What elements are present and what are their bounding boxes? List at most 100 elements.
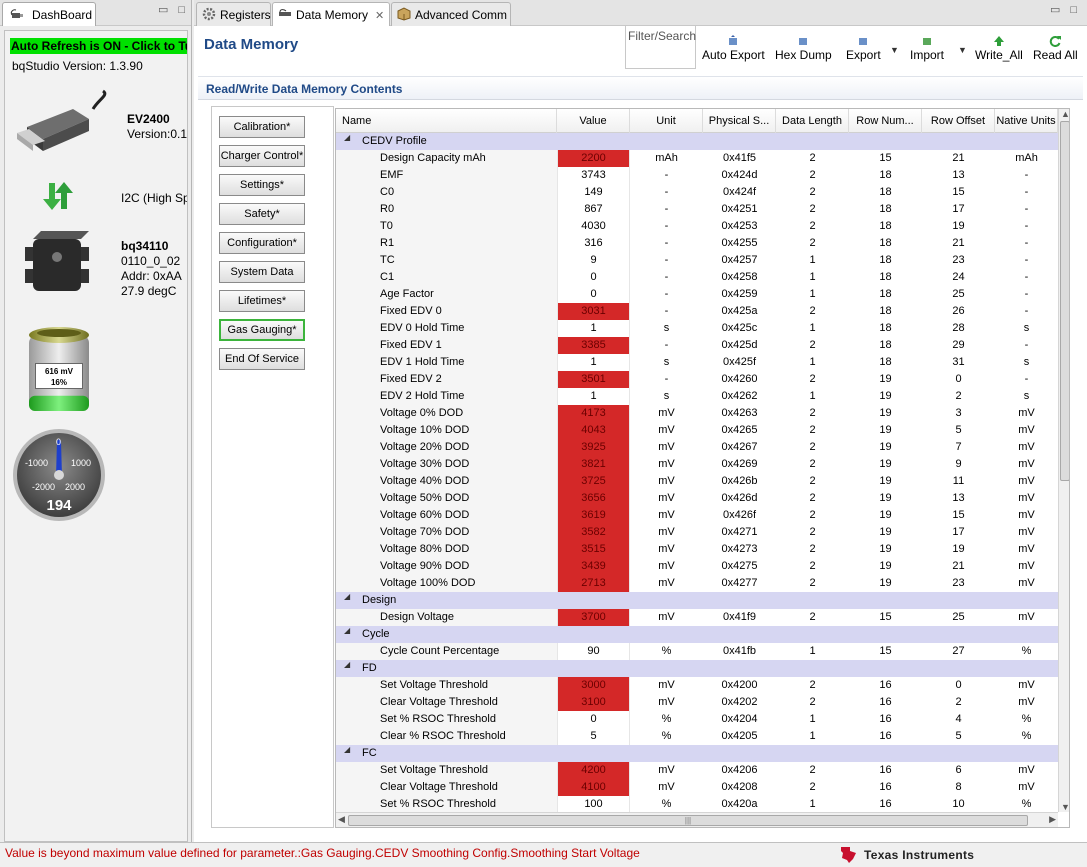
tab-data-memory[interactable]: Data Memory ✕ — [272, 2, 390, 26]
table-row[interactable]: Set Voltage Threshold 4200 mV 0x4206 2 16 6 mV — [336, 762, 1058, 779]
table-row[interactable]: Clear Voltage Threshold 3100 mV 0x4202 2 16 2 m… — [336, 694, 1058, 711]
table-row[interactable]: Fixed EDV 1 3385 - 0x425d 2 18 29 - — [336, 337, 1058, 354]
collapse-icon[interactable]: ◢ — [344, 133, 350, 142]
table-row[interactable]: Voltage 20% DOD 3925 mV 0x4267 2 19 7 mV — [336, 439, 1058, 456]
scroll-down-icon[interactable]: ▼ — [1061, 802, 1069, 812]
collapse-icon[interactable]: ◢ — [344, 592, 350, 601]
table-row[interactable]: T0 4030 - 0x4253 2 18 19 - — [336, 218, 1058, 235]
parameter-value[interactable]: 3439 — [557, 558, 630, 575]
horizontal-scroll-thumb[interactable]: ||| — [348, 815, 1028, 826]
parameter-value[interactable]: 100 — [557, 796, 630, 813]
table-horizontal-scrollbar[interactable]: ◀ ||| ▶ — [336, 812, 1058, 827]
category-button[interactable]: Configuration* — [219, 232, 305, 254]
column-header[interactable]: Value — [557, 109, 630, 133]
parameter-value[interactable]: 3656 — [557, 490, 630, 507]
table-row[interactable]: Design Capacity mAh 2200 mAh 0x41f5 2 15 21 mAh — [336, 150, 1058, 167]
scroll-right-icon[interactable]: ▶ — [1049, 814, 1056, 825]
category-button[interactable]: Gas Gauging* — [219, 319, 305, 341]
parameter-value[interactable]: 90 — [557, 643, 630, 660]
scroll-left-icon[interactable]: ◀ — [338, 814, 345, 825]
table-row[interactable]: EMF 3743 - 0x424d 2 18 13 - — [336, 167, 1058, 184]
maximize-icon[interactable]: □ — [1070, 4, 1077, 16]
parameter-value[interactable]: 3619 — [557, 507, 630, 524]
tab-registers[interactable]: Registers — [196, 2, 271, 26]
table-row[interactable]: Voltage 70% DOD 3582 mV 0x4271 2 19 17 mV — [336, 524, 1058, 541]
table-row[interactable]: EDV 2 Hold Time 1 s 0x4262 1 19 2 s — [336, 388, 1058, 405]
table-row[interactable]: Design Voltage 3700 mV 0x41f9 2 15 25 mV — [336, 609, 1058, 626]
table-row[interactable]: Voltage 50% DOD 3656 mV 0x426d 2 19 13 mV — [336, 490, 1058, 507]
table-vertical-scrollbar[interactable]: ▲ ▼ — [1058, 109, 1069, 812]
minimize-icon[interactable]: ▭ — [1050, 4, 1060, 16]
table-row[interactable]: EDV 0 Hold Time 1 s 0x425c 1 18 28 s — [336, 320, 1058, 337]
table-row[interactable]: EDV 1 Hold Time 1 s 0x425f 1 18 31 s — [336, 354, 1058, 371]
auto-refresh-toggle[interactable]: Auto Refresh is ON - Click to Tu — [10, 38, 187, 54]
table-row[interactable]: C0 149 - 0x424f 2 18 15 - — [336, 184, 1058, 201]
export-button[interactable]: Export — [846, 35, 881, 62]
column-header[interactable]: Native Units — [995, 109, 1058, 133]
category-button[interactable]: End Of Service — [219, 348, 305, 370]
table-row[interactable]: Voltage 90% DOD 3439 mV 0x4275 2 19 21 mV — [336, 558, 1058, 575]
table-row[interactable]: Voltage 30% DOD 3821 mV 0x4269 2 19 9 mV — [336, 456, 1058, 473]
category-button[interactable]: Safety* — [219, 203, 305, 225]
table-row[interactable]: Set Voltage Threshold 3000 mV 0x4200 2 16 0 mV — [336, 677, 1058, 694]
group-row[interactable]: ◢ FD — [336, 660, 1058, 677]
parameter-value[interactable]: 1 — [557, 388, 630, 405]
parameter-value[interactable]: 0 — [557, 286, 630, 303]
category-button[interactable]: Lifetimes* — [219, 290, 305, 312]
parameter-value[interactable]: 3925 — [557, 439, 630, 456]
parameter-value[interactable]: 4100 — [557, 779, 630, 796]
parameter-value[interactable]: 3100 — [557, 694, 630, 711]
parameter-value[interactable]: 4200 — [557, 762, 630, 779]
tab-advanced-comm[interactable]: Advanced Comm — [391, 2, 511, 26]
column-header[interactable]: Row Num... — [849, 109, 922, 133]
table-row[interactable]: Age Factor 0 - 0x4259 1 18 25 - — [336, 286, 1058, 303]
table-row[interactable]: Cycle Count Percentage 90% 0x41fb 1 15 27% — [336, 643, 1058, 660]
table-row[interactable]: C1 0 - 0x4258 1 18 24 - — [336, 269, 1058, 286]
parameter-value[interactable]: 3501 — [557, 371, 630, 388]
parameter-value[interactable]: 0 — [557, 711, 630, 728]
import-button[interactable]: Import — [910, 35, 944, 62]
table-row[interactable]: Voltage 100% DOD 2713 mV 0x4277 2 19 23 mV — [336, 575, 1058, 592]
parameter-value[interactable]: 149 — [557, 184, 630, 201]
table-row[interactable]: Set % RSOC Threshold 100% 0x420a 1 16 10% — [336, 796, 1058, 813]
table-row[interactable]: Voltage 40% DOD 3725 mV 0x426b 2 19 11 mV — [336, 473, 1058, 490]
hex-dump-button[interactable]: Hex Dump — [775, 35, 832, 62]
column-header[interactable]: Unit — [630, 109, 703, 133]
read-all-button[interactable]: Read All — [1033, 35, 1078, 62]
parameter-value[interactable]: 3743 — [557, 167, 630, 184]
parameter-value[interactable]: 3582 — [557, 524, 630, 541]
category-button[interactable]: System Data — [219, 261, 305, 283]
column-header[interactable]: Data Length — [776, 109, 849, 133]
table-row[interactable]: Voltage 60% DOD 3619 mV 0x426f 2 19 15 mV — [336, 507, 1058, 524]
table-row[interactable]: Voltage 0% DOD 4173 mV 0x4263 2 19 3 mV — [336, 405, 1058, 422]
group-row[interactable]: ◢ FC — [336, 745, 1058, 762]
table-row[interactable]: Clear Voltage Threshold 4100 mV 0x4208 2 16 8 m… — [336, 779, 1058, 796]
table-row[interactable]: Set % RSOC Threshold 0% 0x4204 1 16 4% — [336, 711, 1058, 728]
vertical-scroll-thumb[interactable] — [1060, 121, 1069, 481]
export-dropdown-icon[interactable]: ▼ — [890, 45, 899, 55]
column-header[interactable]: Physical S... — [703, 109, 776, 133]
parameter-value[interactable]: 3031 — [557, 303, 630, 320]
auto-export-button[interactable]: Auto Export — [702, 35, 765, 62]
group-row[interactable]: ◢ Cycle — [336, 626, 1058, 643]
tab-dashboard[interactable]: DashBoard — [2, 2, 96, 26]
parameter-value[interactable]: 3700 — [557, 609, 630, 626]
parameter-value[interactable]: 3725 — [557, 473, 630, 490]
collapse-icon[interactable]: ◢ — [344, 745, 350, 754]
category-button[interactable]: Calibration* — [219, 116, 305, 138]
parameter-value[interactable]: 2713 — [557, 575, 630, 592]
parameter-value[interactable]: 5 — [557, 728, 630, 745]
parameter-value[interactable]: 4043 — [557, 422, 630, 439]
parameter-value[interactable]: 1 — [557, 354, 630, 371]
parameter-value[interactable]: 3385 — [557, 337, 630, 354]
parameter-value[interactable]: 0 — [557, 269, 630, 286]
parameter-value[interactable]: 1 — [557, 320, 630, 337]
scroll-up-icon[interactable]: ▲ — [1061, 109, 1069, 119]
group-row[interactable]: ◢ Design — [336, 592, 1058, 609]
close-icon[interactable]: ✕ — [375, 10, 384, 22]
parameter-value[interactable]: 3821 — [557, 456, 630, 473]
table-row[interactable]: Voltage 10% DOD 4043 mV 0x4265 2 19 5 mV — [336, 422, 1058, 439]
write-all-button[interactable]: Write_All — [975, 35, 1023, 62]
table-row[interactable]: Clear % RSOC Threshold 5% 0x4205 1 16 5% — [336, 728, 1058, 745]
parameter-value[interactable]: 867 — [557, 201, 630, 218]
